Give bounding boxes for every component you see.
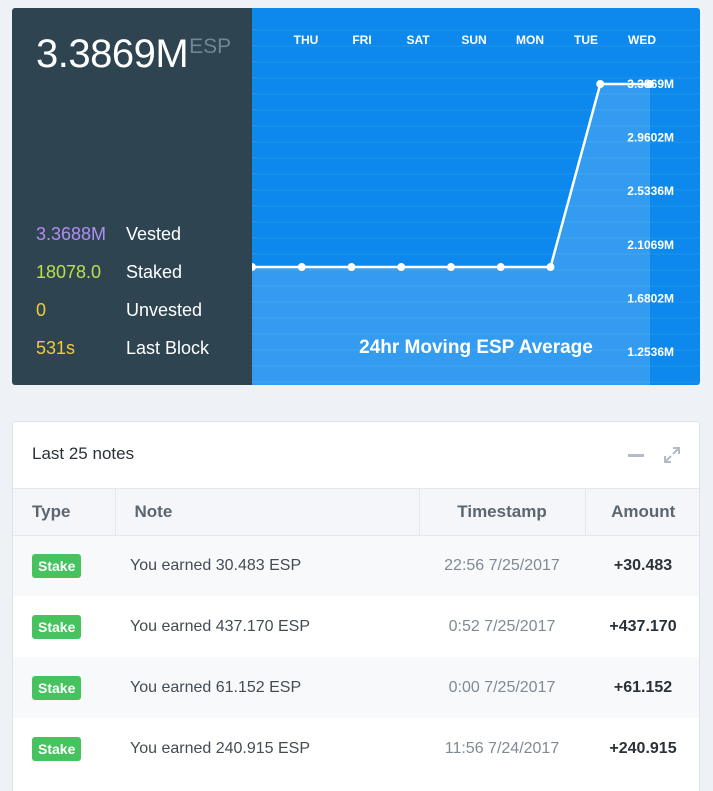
- table-row[interactable]: Stake You earned 30.483 ESP 22:56 7/25/2…: [13, 535, 699, 596]
- day-label-sat: SAT: [406, 33, 430, 47]
- minus-icon: [628, 454, 644, 457]
- stat-label: Staked: [126, 262, 183, 282]
- cell-timestamp: 22:56 7/25/2017: [419, 535, 585, 596]
- y-tick-label: 1.6802M: [627, 291, 674, 305]
- type-badge: Stake: [32, 614, 82, 639]
- stat-value: 3.3688M: [36, 224, 107, 244]
- notes-header: Last 25 notes: [13, 422, 699, 489]
- y-tick-label: 3.3869M: [627, 77, 674, 91]
- column-header-amount[interactable]: Amount: [585, 489, 699, 536]
- data-point: [596, 80, 605, 88]
- column-header-timestamp[interactable]: Timestamp: [419, 489, 586, 536]
- day-label-tue: TUE: [574, 33, 598, 47]
- cell-timestamp: 0:00 7/25/2017: [419, 657, 585, 718]
- wallet-stats-card: 3.3869MESP 3.3688M Vested 18078.0 Staked 0…: [12, 8, 700, 385]
- notes-panel: Last 25 notes Type Note Timestamp Amount…: [12, 421, 700, 791]
- type-badge: Stake: [32, 736, 82, 761]
- cell-amount: +437.170: [609, 617, 677, 635]
- stat-label: Unvested: [126, 300, 203, 320]
- minimize-button[interactable]: [625, 444, 647, 466]
- column-header-note[interactable]: Note: [115, 489, 420, 536]
- cell-amount: +61.152: [585, 657, 699, 718]
- cell-type: Stake: [13, 657, 115, 718]
- table-row[interactable]: Stake You earned 437.170 ESP 0:52 7/25/2…: [13, 596, 699, 657]
- cell-note: You earned 61.152 ESP: [115, 657, 419, 718]
- cell-amount: +30.483: [585, 535, 699, 596]
- day-label-sun: SUN: [461, 33, 486, 47]
- balance-value: 3.3869M: [36, 32, 189, 76]
- balance-panel: 3.3869MESP 3.3688M Vested 18078.0 Staked 0…: [12, 8, 252, 385]
- cell-note: You earned 240.915 ESP: [130, 739, 311, 757]
- stat-value: 531s: [36, 338, 76, 358]
- expand-icon: [664, 447, 680, 463]
- cell-type: Stake: [13, 596, 115, 657]
- table-header-row: Type Note Timestamp Amount: [13, 489, 699, 536]
- type-badge: Stake: [32, 553, 82, 578]
- stat-value: 0: [36, 300, 47, 320]
- stat-value: 18078.0: [36, 262, 102, 282]
- data-point: [447, 263, 455, 272]
- stat-unvested: 0 Unvested: [36, 298, 202, 322]
- stat-vested: 3.3688M Vested: [36, 222, 181, 246]
- expand-button[interactable]: [661, 444, 683, 466]
- stat-staked: 18078.0 Staked: [36, 260, 182, 284]
- table-row[interactable]: Stake You earned 240.915 ESP 11:56 7/24/…: [13, 718, 699, 779]
- cell-timestamp: 11:56 7/24/2017: [444, 739, 560, 757]
- data-point: [347, 263, 356, 272]
- type-badge: Stake: [32, 675, 82, 700]
- cell-type: Stake: [13, 535, 115, 596]
- chart-canvas: THU FRI SAT SUN MON TUE WED 3.3869M 2.9602M 2.53…: [252, 29, 700, 385]
- y-tick-label: 2.1069M: [627, 238, 674, 252]
- stat-label: Vested: [126, 224, 182, 244]
- esp-average-chart: THU FRI SAT SUN MON TUE WED 3.3869M 2.9602M 2.53…: [252, 8, 700, 385]
- notes-table: Type Note Timestamp Amount Stake You ear…: [13, 489, 699, 779]
- day-label-wed: WED: [628, 33, 656, 47]
- day-label-thu: THU: [294, 33, 319, 47]
- table-row[interactable]: Stake You earned 61.152 ESP 0:00 7/25/20…: [13, 657, 699, 718]
- cell-note: You earned 437.170 ESP: [130, 617, 311, 635]
- column-header-type[interactable]: Type: [13, 489, 116, 536]
- stat-last-block: 531s Last Block: [36, 336, 209, 360]
- cell-note: You earned 30.483 ESP: [115, 535, 419, 596]
- y-tick-label: 2.9602M: [627, 131, 674, 145]
- stat-label: Last Block: [126, 338, 210, 358]
- balance-unit: ESP: [189, 35, 232, 58]
- day-label-fri: FRI: [352, 33, 371, 47]
- cell-timestamp: 0:52 7/25/2017: [448, 617, 556, 635]
- total-balance: 3.3869MESP: [36, 32, 231, 77]
- notes-title: Last 25 notes: [32, 444, 135, 463]
- data-point: [546, 263, 555, 272]
- data-point: [496, 263, 505, 272]
- chart-title: 24hr Moving ESP Average: [359, 337, 593, 358]
- day-label-mon: MON: [516, 33, 544, 47]
- data-point: [397, 263, 406, 272]
- data-point: [297, 263, 306, 272]
- cell-type: Stake: [13, 718, 115, 779]
- y-tick-label: 1.2536M: [627, 345, 674, 359]
- cell-amount: +240.915: [609, 739, 677, 757]
- y-tick-label: 2.5336M: [627, 184, 674, 198]
